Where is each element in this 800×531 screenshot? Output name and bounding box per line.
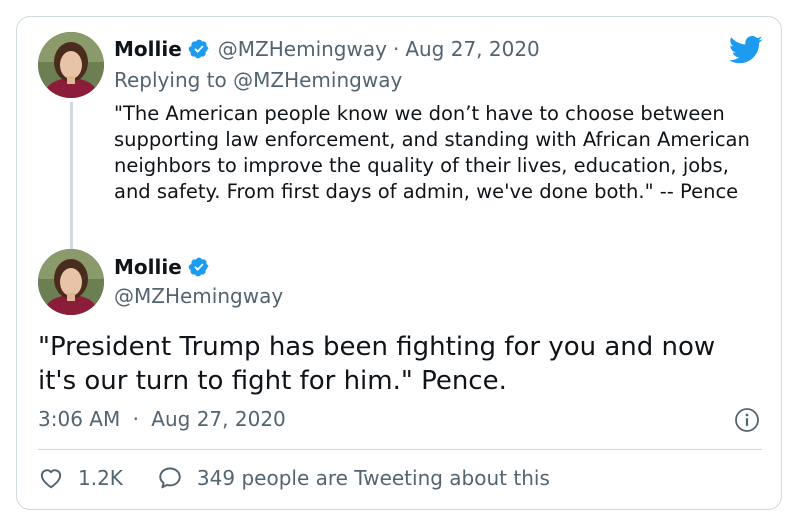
thread-connector-line xyxy=(70,102,73,256)
info-icon[interactable] xyxy=(734,407,760,433)
like-count: 1.2K xyxy=(78,466,123,490)
conversation-button[interactable]: 349 people are Tweeting about this xyxy=(157,465,550,491)
timestamp-separator: · xyxy=(132,407,139,431)
tweet-timestamp[interactable]: 3:06 AM · Aug 27, 2020 xyxy=(38,407,286,431)
main-tweet-avatar[interactable] xyxy=(38,249,104,315)
author-handle[interactable]: @MZHemingway xyxy=(114,284,283,308)
action-divider xyxy=(38,449,762,450)
tweet-date[interactable]: Aug 27, 2020 xyxy=(151,407,285,431)
parent-tweet-text: "The American people know we don’t have … xyxy=(114,102,750,203)
main-tweet-text: "President Trump has been fighting for y… xyxy=(38,332,716,396)
main-tweet-header: Mollie xyxy=(114,255,210,279)
conversation-text: 349 people are Tweeting about this xyxy=(196,466,550,490)
embedded-tweet-card[interactable]: Mollie @MZHemingway · Aug 27, 2020 Reply… xyxy=(16,16,782,510)
author-name[interactable]: Mollie xyxy=(114,37,182,61)
replying-to-label: Replying to xyxy=(114,68,234,92)
verified-badge-icon xyxy=(188,256,210,278)
parent-tweet-header: Mollie @MZHemingway · Aug 27, 2020 xyxy=(114,37,540,61)
twitter-bird-icon[interactable] xyxy=(728,35,763,65)
replying-to-mention[interactable]: @MZHemingway xyxy=(233,68,402,92)
tweet-actions: 1.2K 349 people are Tweeting about this xyxy=(38,465,550,491)
tweet-time[interactable]: 3:06 AM xyxy=(38,407,120,431)
avatar-image xyxy=(38,32,104,98)
author-name[interactable]: Mollie xyxy=(114,255,182,279)
tweet-date-link[interactable]: Aug 27, 2020 xyxy=(405,37,539,61)
avatar-image xyxy=(38,249,104,315)
parent-tweet-avatar[interactable] xyxy=(38,32,104,98)
replying-to-line: Replying to @MZHemingway xyxy=(114,68,402,92)
verified-badge-icon xyxy=(188,38,210,60)
header-separator: · xyxy=(392,37,400,61)
heart-icon xyxy=(40,469,62,489)
author-handle[interactable]: @MZHemingway xyxy=(218,37,387,61)
speech-bubble-icon xyxy=(159,467,181,489)
like-button[interactable]: 1.2K xyxy=(38,465,123,491)
